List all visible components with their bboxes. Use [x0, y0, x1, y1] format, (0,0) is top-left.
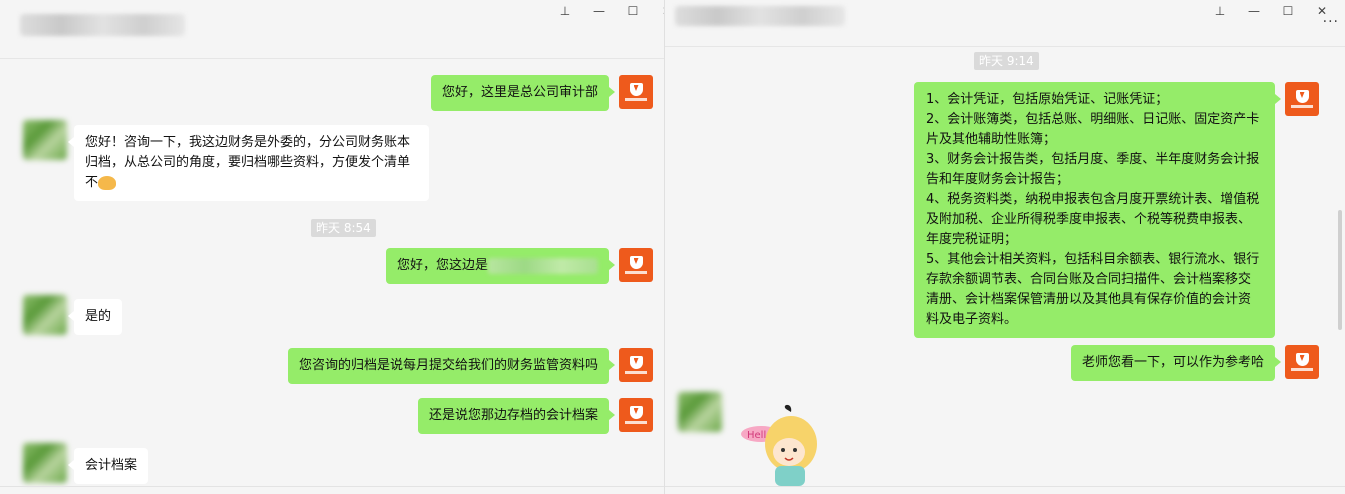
left-chat-window: ⊥ — ☐ ✕ 您好，这里是总公司审计部 您好！咨询一下，我这边财务是外委的，分… [0, 0, 665, 494]
contact-avatar[interactable] [23, 120, 67, 160]
right-chat-window: ⊥ — ☐ ✕ ··· 昨天 9:14 1、会计凭证，包括原始凭证、记账凭证； … [665, 0, 1345, 494]
list-item: 4、税务资料类，纳税申报表包含月度开票统计表、增值税及附加税、企业所得税季度申报… [926, 192, 1260, 247]
company-logo-avatar[interactable] [1285, 82, 1319, 116]
message-bubble-in[interactable]: 会计档案 [67, 448, 149, 484]
window-controls: ⊥ — ☐ ✕ [548, 2, 665, 20]
company-logo-avatar[interactable] [619, 348, 653, 382]
contact-avatar[interactable] [23, 443, 67, 483]
message-bubble-out[interactable]: 您好，您这边是 [385, 248, 616, 284]
chat-header: ⊥ — ☐ ✕ [0, 0, 665, 59]
message-bubble-out[interactable]: 1、会计凭证，包括原始凭证、记账凭证； 2、会计账簿类，包括总账、明细账、日记账… [914, 82, 1281, 338]
window-controls: ⊥ — ☐ ✕ [1203, 2, 1339, 20]
message-bubble-out[interactable]: 您好，这里是总公司审计部 [430, 75, 616, 111]
message-bubble-out[interactable]: 还是说您那边存档的会计档案 [417, 398, 616, 434]
message-text: 会计档案 [85, 458, 138, 473]
message-text: 您咨询的归档是说每月提交给我们的财务监管资料吗 [298, 358, 598, 373]
redacted-text [488, 257, 598, 274]
message-bubble-in[interactable]: 是的 [67, 299, 123, 335]
message-text: 是的 [85, 309, 112, 324]
list-item: 2、会计账簿类，包括总账、明细账、日记账、固定资产卡片及其他辅助性账簿； [926, 112, 1260, 147]
company-logo-avatar[interactable] [619, 398, 653, 432]
timestamp: 昨天 9:14 [974, 52, 1039, 70]
message-text: 还是说您那边存档的会计档案 [428, 408, 598, 423]
contact-avatar[interactable] [23, 295, 67, 335]
pin-icon[interactable]: ⊥ [1203, 2, 1237, 20]
list-item: 3、财务会计报告类，包括月度、季度、半年度财务会计报告和年度财务会计报告； [926, 152, 1260, 187]
message-bubble-out[interactable]: 您咨询的归档是说每月提交给我们的财务监管资料吗 [287, 348, 616, 384]
message-text: 您好，您这边是 [396, 258, 488, 273]
maximize-icon[interactable]: ☐ [1271, 2, 1305, 20]
minimize-icon[interactable]: — [1237, 2, 1271, 20]
message-text: 老师您看一下，可以作为参考哈 [1081, 355, 1264, 370]
ok-hand-emoji-icon [98, 175, 117, 190]
contact-name-redacted [675, 6, 845, 26]
scrollbar[interactable] [1338, 210, 1342, 330]
company-logo-avatar[interactable] [619, 248, 653, 282]
contact-name-redacted [20, 14, 185, 36]
minimize-icon[interactable]: — [582, 2, 616, 20]
divider [0, 486, 665, 487]
girl-sticker-image[interactable]: Hello [731, 404, 831, 486]
message-text: 您好，这里是总公司审计部 [441, 85, 598, 100]
divider [665, 486, 1345, 487]
more-options-icon[interactable]: ··· [1323, 14, 1339, 30]
list-item: 5、其他会计相关资料，包括科目余额表、银行流水、银行存款余额调节表、合同台账及合… [926, 252, 1260, 327]
chat-header: ⊥ — ☐ ✕ ··· [665, 0, 1345, 47]
timestamp: 昨天 8:54 [311, 219, 376, 237]
contact-avatar[interactable] [678, 392, 722, 432]
pin-icon[interactable]: ⊥ [548, 2, 582, 20]
message-text: 您好！咨询一下，我这边财务是外委的，分公司财务账本归档，从总公司的角度，要归档哪… [85, 135, 411, 190]
message-bubble-in[interactable]: 您好！咨询一下，我这边财务是外委的，分公司财务账本归档，从总公司的角度，要归档哪… [68, 125, 429, 201]
company-logo-avatar[interactable] [1285, 345, 1319, 379]
close-icon[interactable]: ✕ [650, 2, 665, 20]
message-bubble-out[interactable]: 老师您看一下，可以作为参考哈 [1070, 345, 1282, 381]
company-logo-avatar[interactable] [619, 75, 653, 109]
list-item: 1、会计凭证，包括原始凭证、记账凭证； [926, 92, 1169, 107]
maximize-icon[interactable]: ☐ [616, 2, 650, 20]
